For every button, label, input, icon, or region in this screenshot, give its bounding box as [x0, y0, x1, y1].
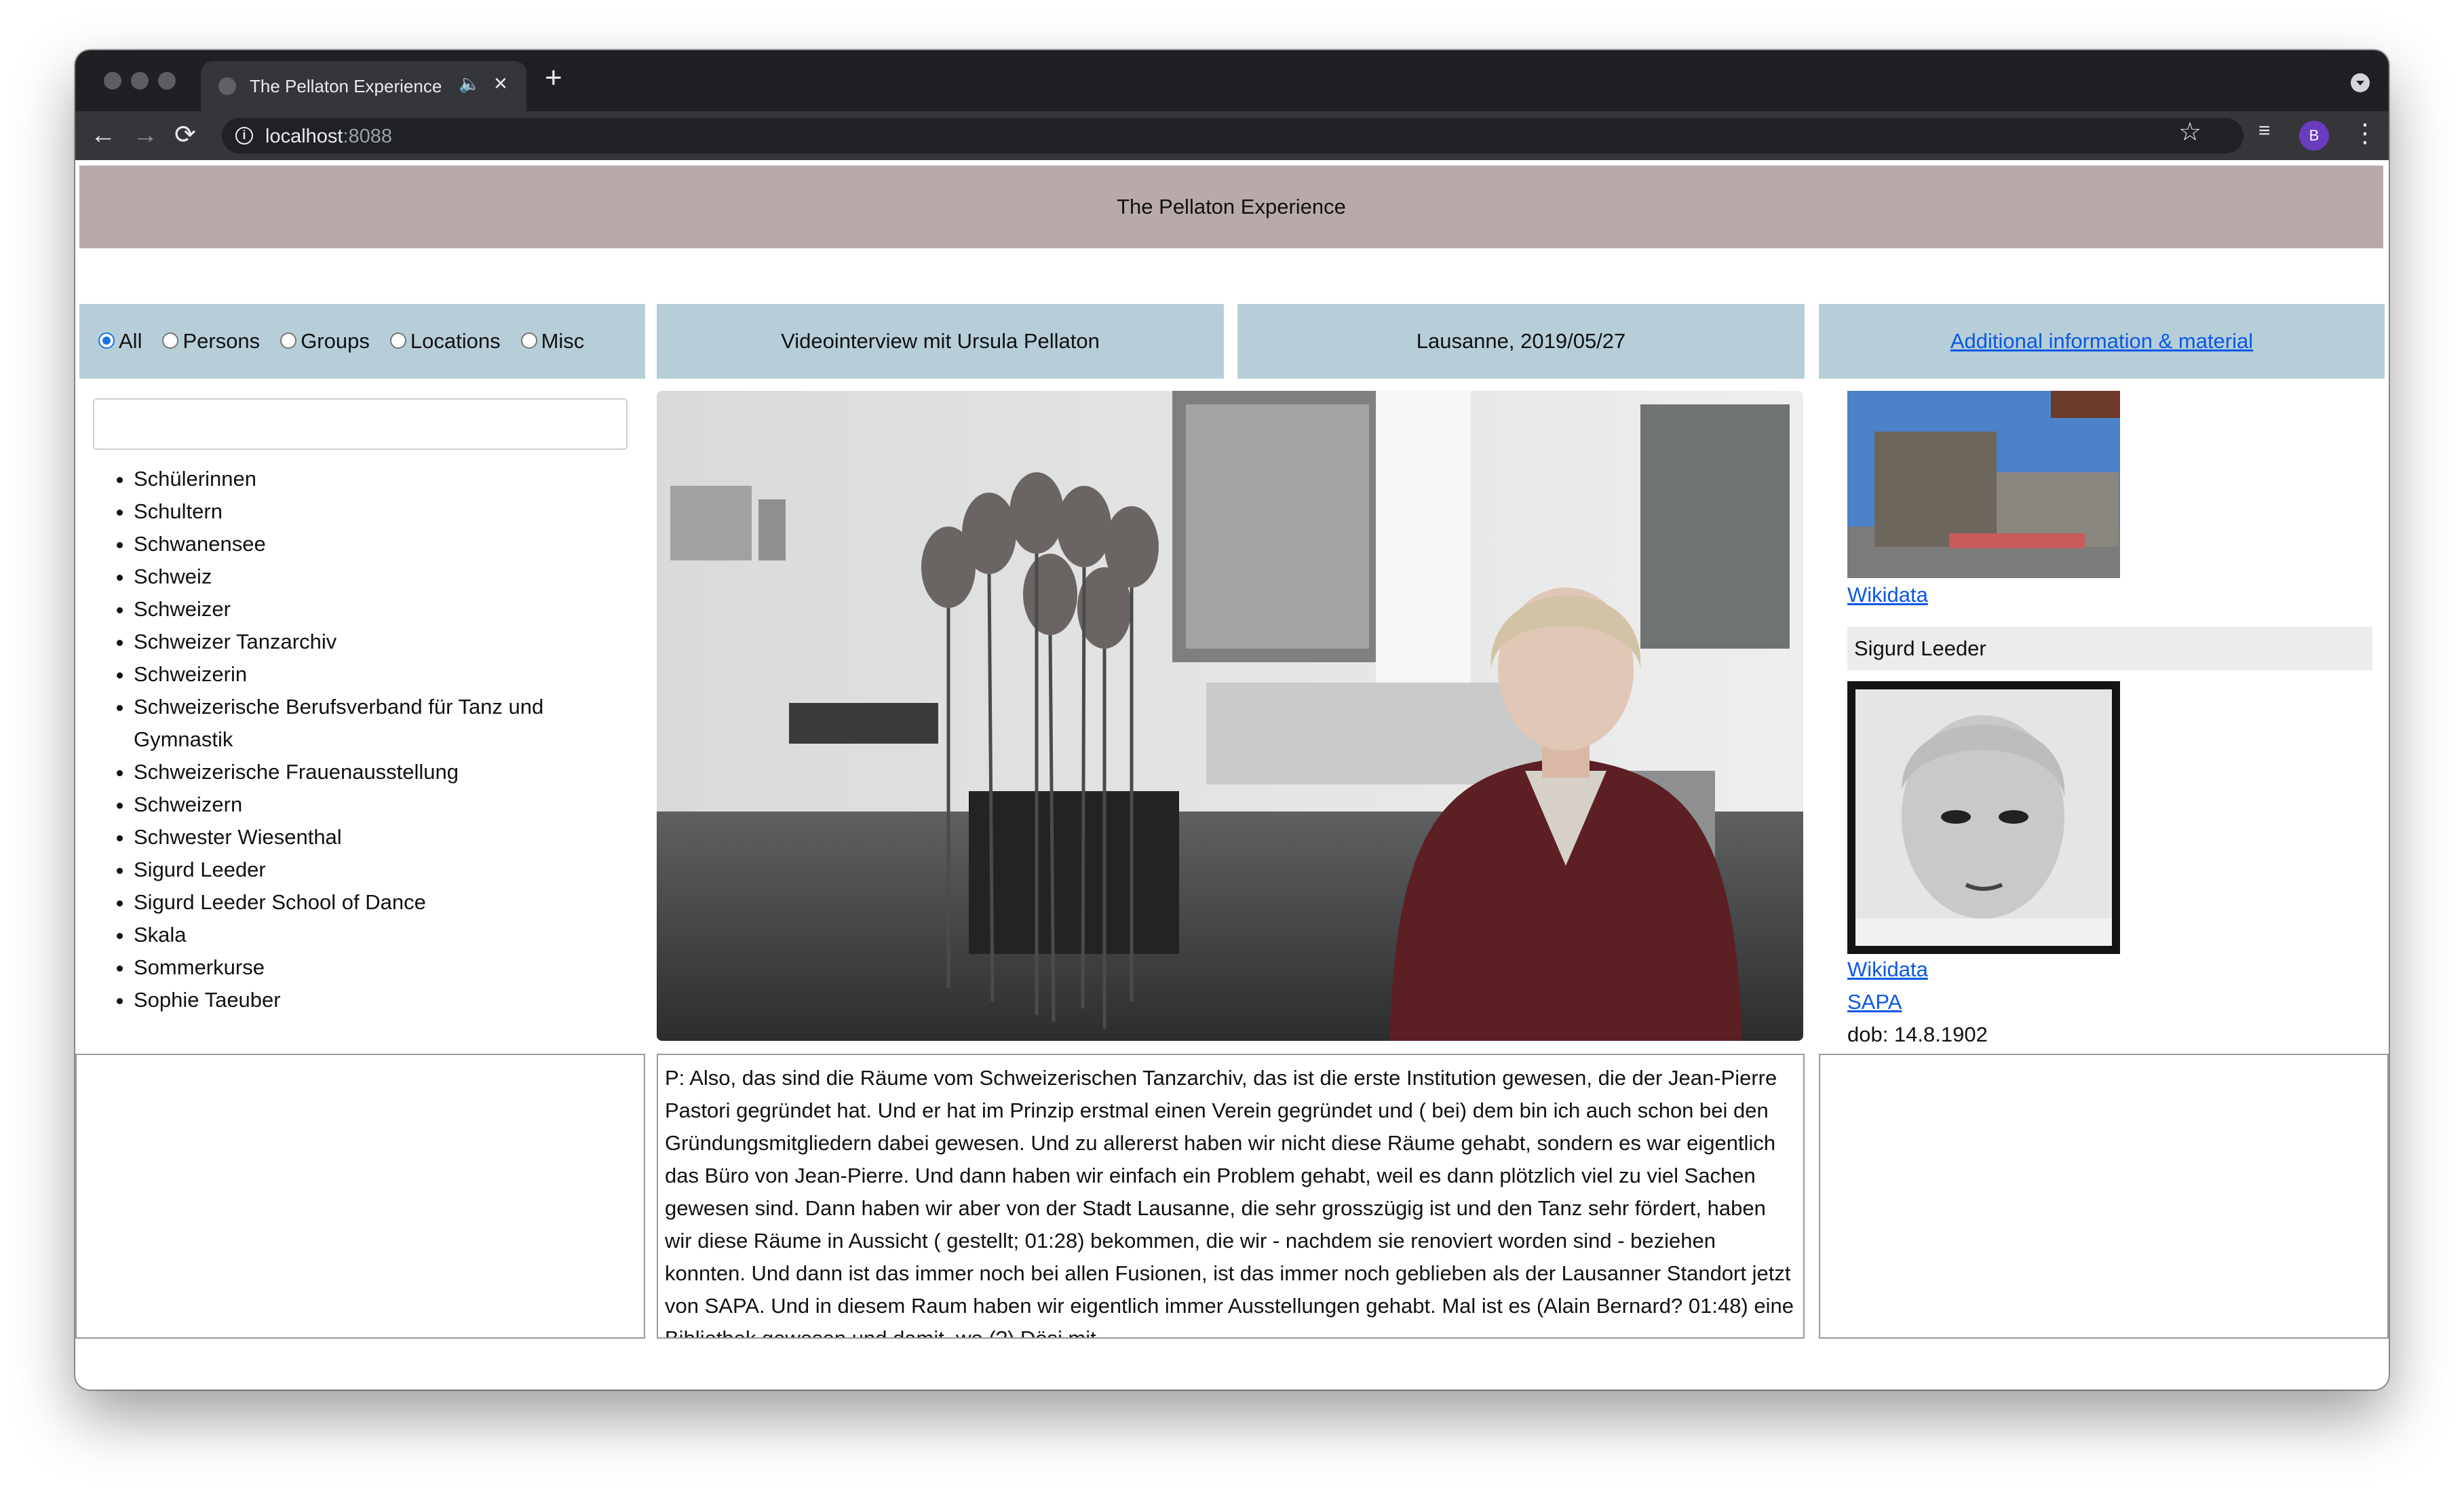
filter-option-misc[interactable]: Misc [520, 329, 584, 354]
minimize-window-button[interactable] [131, 72, 149, 90]
menu-kebab-icon[interactable]: ⋮ [2352, 118, 2378, 149]
list-item[interactable]: Sigurd Leeder [134, 854, 636, 886]
bottom-right-panel [1819, 1054, 2389, 1339]
browser-toolbar: ← → ⟳ i localhost:8088 ☆ ≡ B ⋮ [75, 111, 2389, 160]
media-control-icon[interactable]: ≡ [2258, 119, 2271, 142]
video-title: Videointerview mit Ursula Pellaton [781, 329, 1100, 353]
person-portrait [1847, 681, 2120, 954]
globe-icon [218, 77, 236, 95]
list-item[interactable]: Schwanensee [134, 528, 636, 560]
list-item[interactable]: Sophie Taeuber [134, 984, 636, 1016]
radio-groups[interactable] [280, 332, 297, 349]
new-tab-button[interactable]: + [545, 61, 562, 95]
radio-misc[interactable] [520, 332, 537, 349]
additional-info-link[interactable]: Additional information & material [1950, 329, 2253, 354]
list-item[interactable]: Schultern [134, 495, 636, 528]
back-arrow-icon[interactable]: ← [90, 119, 116, 151]
person-dob: dob: 14.8.1902 [1847, 1023, 1988, 1046]
speaker-icon[interactable]: 🔈 [459, 73, 480, 94]
bottom-left-panel [75, 1054, 645, 1339]
reload-icon[interactable]: ⟳ [174, 119, 196, 151]
location-photo [1847, 391, 2120, 578]
list-item[interactable]: Schweiz [134, 560, 636, 593]
close-icon[interactable]: × [494, 71, 507, 97]
filter-option-persons[interactable]: Persons [162, 329, 260, 354]
filter-option-all[interactable]: All [98, 329, 142, 354]
url-text: localhost:8088 [265, 126, 393, 147]
page-title: The Pellaton Experience [1117, 195, 1346, 218]
tab-search-button[interactable] [2351, 73, 2370, 92]
radio-all[interactable] [98, 332, 115, 349]
person-name: Sigurd Leeder [1847, 627, 2372, 670]
close-window-button[interactable] [104, 72, 121, 90]
tab-title: The Pellaton Experience [250, 76, 442, 96]
search-input[interactable] [93, 398, 628, 450]
list-item[interactable]: Sigurd Leeder School of Dance [134, 886, 636, 919]
location-wikidata-link[interactable]: Wikidata [1847, 583, 1928, 607]
browser-tab[interactable]: The Pellaton Experience 🔈 × [201, 61, 526, 111]
list-item[interactable]: Skala [134, 919, 636, 951]
list-item[interactable]: Schweizerische Berufsverband für Tanz un… [134, 691, 636, 756]
person-sapa-link[interactable]: SAPA [1847, 990, 1902, 1014]
location-date-panel: Lausanne, 2019/05/27 [1237, 304, 1805, 379]
radio-persons[interactable] [162, 332, 179, 349]
person-wikidata-link[interactable]: Wikidata [1847, 957, 1928, 982]
forward-arrow-icon[interactable]: → [132, 119, 158, 151]
browser-window: The Pellaton Experience 🔈 × + ← → ⟳ i lo… [75, 50, 2389, 1390]
video-title-panel: Videointerview mit Ursula Pellaton [657, 304, 1224, 379]
transcript-text: P: Also, das sind die Räume vom Schweize… [665, 1066, 1794, 1337]
video-player[interactable] [657, 391, 1803, 1041]
tab-strip: The Pellaton Experience 🔈 × + [75, 50, 2389, 111]
page-content: The Pellaton Experience All Persons Grou… [75, 160, 2389, 1390]
filter-option-groups[interactable]: Groups [280, 329, 370, 354]
list-item[interactable]: Schweizer Tanzarchiv [134, 626, 636, 658]
list-item[interactable]: Schweizern [134, 788, 636, 821]
page-header: The Pellaton Experience [79, 166, 2383, 248]
info-icon[interactable]: i [235, 127, 253, 145]
radio-locations[interactable] [389, 332, 406, 349]
address-bar[interactable]: i localhost:8088 [222, 118, 2244, 153]
entity-list: Schülerinnen Schultern Schwanensee Schwe… [134, 463, 636, 1016]
filter-bar: All Persons Groups Locations Misc [79, 304, 645, 379]
location-date: Lausanne, 2019/05/27 [1416, 329, 1626, 353]
video-frame [657, 391, 1803, 1041]
profile-avatar[interactable]: B [2299, 121, 2329, 151]
maximize-window-button[interactable] [158, 72, 176, 90]
list-item[interactable]: Schülerinnen [134, 463, 636, 495]
list-item[interactable]: Schweizer [134, 593, 636, 626]
list-item[interactable]: Schwester Wiesenthal [134, 821, 636, 854]
list-item[interactable]: Schweizerin [134, 658, 636, 691]
list-item[interactable]: Schweizerische Frauenausstellung [134, 756, 636, 788]
additional-info-panel: Additional information & material [1819, 304, 2385, 379]
list-item[interactable]: Sommerkurse [134, 951, 636, 984]
bookmark-star-icon[interactable]: ☆ [2178, 117, 2201, 147]
filter-option-locations[interactable]: Locations [389, 329, 501, 354]
transcript-panel[interactable]: P: Also, das sind die Räume vom Schweize… [657, 1054, 1805, 1339]
